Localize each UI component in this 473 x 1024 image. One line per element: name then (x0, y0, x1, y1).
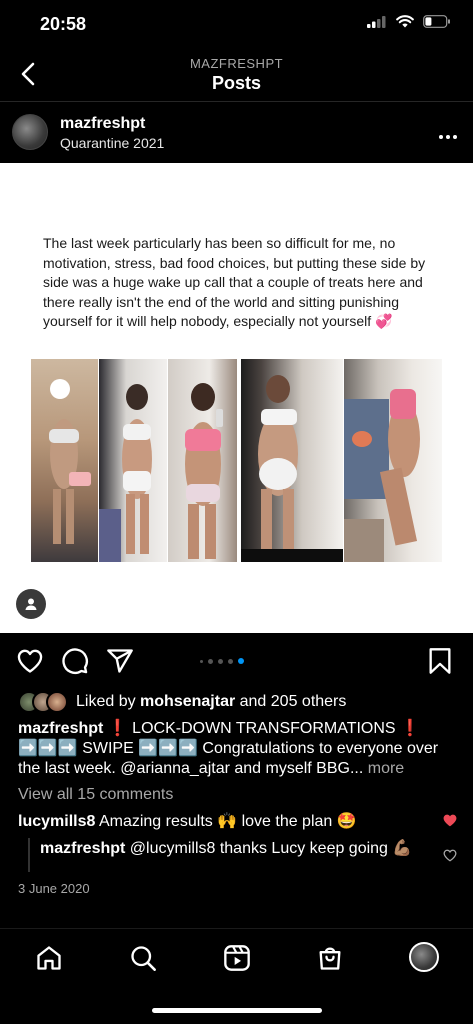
liked-by-user[interactable]: mohsenajtar (140, 693, 235, 711)
view-all-comments-link[interactable]: View all 15 comments (18, 786, 173, 804)
liker-avatar (46, 691, 68, 713)
post-media[interactable]: The last week particularly has been so d… (0, 163, 473, 633)
comment-button[interactable] (61, 647, 91, 677)
caption-username[interactable]: mazfreshpt (18, 720, 103, 737)
caption-more-link[interactable]: more (368, 760, 404, 777)
comment-icon (62, 648, 88, 674)
heart-outline-icon (443, 849, 457, 862)
comment-text: Amazing results 🙌 love the plan 🤩 (95, 813, 357, 830)
nav-header: MAZFRESHPT Posts (0, 52, 473, 100)
heart-filled-icon (443, 814, 457, 827)
tab-search[interactable] (128, 943, 158, 973)
post-actions (0, 647, 473, 681)
progress-photo-5 (344, 359, 442, 562)
reply-thread-line (28, 838, 30, 872)
like-button[interactable] (16, 647, 46, 677)
reels-icon (224, 945, 250, 971)
tab-reels[interactable] (222, 943, 252, 973)
save-icon (429, 648, 451, 674)
post-location[interactable]: Quarantine 2021 (60, 135, 164, 151)
nav-account-name: MAZFRESHPT (189, 56, 284, 71)
post-date: 3 June 2020 (18, 881, 90, 896)
shop-icon (319, 947, 341, 970)
home-indicator (152, 1008, 322, 1013)
author-avatar[interactable] (12, 114, 48, 150)
tab-shop[interactable] (315, 943, 345, 973)
media-text: The last week particularly has been so d… (43, 235, 426, 330)
header-divider (0, 101, 473, 102)
heart-icon (17, 649, 43, 673)
carousel-dot-active (238, 658, 244, 664)
post-header: mazfreshpt Quarantine 2021 (0, 108, 473, 160)
carousel-dot (228, 659, 233, 664)
reply-text: @lucymills8 thanks Lucy keep going 💪🏽 (125, 840, 413, 857)
progress-photo-4 (241, 359, 343, 562)
progress-photo-1 (31, 359, 98, 562)
carousel-indicator (200, 658, 244, 664)
tab-home[interactable] (34, 943, 64, 973)
status-icons (367, 15, 451, 28)
comment-like-button[interactable] (443, 814, 457, 832)
liked-by[interactable]: Liked by mohsenajtar and 205 others (18, 690, 346, 714)
carousel-dot (208, 659, 213, 664)
wifi-icon (396, 15, 414, 28)
user-tag-icon (25, 598, 37, 610)
save-button[interactable] (427, 647, 457, 677)
more-options-button[interactable] (439, 122, 457, 145)
author-username[interactable]: mazfreshpt (60, 115, 145, 133)
post-caption: mazfreshpt ❗ LOCK-DOWN TRANSFORMATIONS ❗… (18, 719, 463, 779)
user-tags-button[interactable] (16, 589, 46, 619)
cellular-signal-icon (367, 15, 386, 28)
page-title: Posts (211, 73, 262, 93)
status-time: 20:58 (40, 14, 87, 34)
reply-like-button[interactable] (443, 849, 457, 867)
search-icon (131, 946, 156, 971)
progress-photo-3 (168, 359, 237, 562)
comment-reply: mazfreshpt @lucymills8 thanks Lucy keep … (40, 838, 420, 859)
tab-profile[interactable] (408, 941, 440, 973)
profile-avatar-icon (409, 942, 439, 972)
liked-by-prefix: Liked by (76, 693, 141, 710)
progress-photo-2 (99, 359, 167, 562)
more-dots-icon (439, 135, 457, 139)
status-bar: 20:58 (0, 0, 473, 50)
reply-username[interactable]: mazfreshpt (40, 840, 125, 857)
carousel-dot (218, 659, 223, 664)
carousel-dot (200, 660, 203, 663)
comment-username[interactable]: lucymills8 (18, 813, 95, 830)
liked-by-suffix[interactable]: and 205 others (235, 693, 347, 711)
battery-icon (423, 15, 450, 28)
home-icon (37, 946, 61, 970)
share-icon (107, 649, 133, 673)
share-button[interactable] (106, 647, 136, 677)
comment: lucymills8 Amazing results 🙌 love the pl… (18, 811, 438, 831)
liked-avatars (18, 691, 70, 713)
